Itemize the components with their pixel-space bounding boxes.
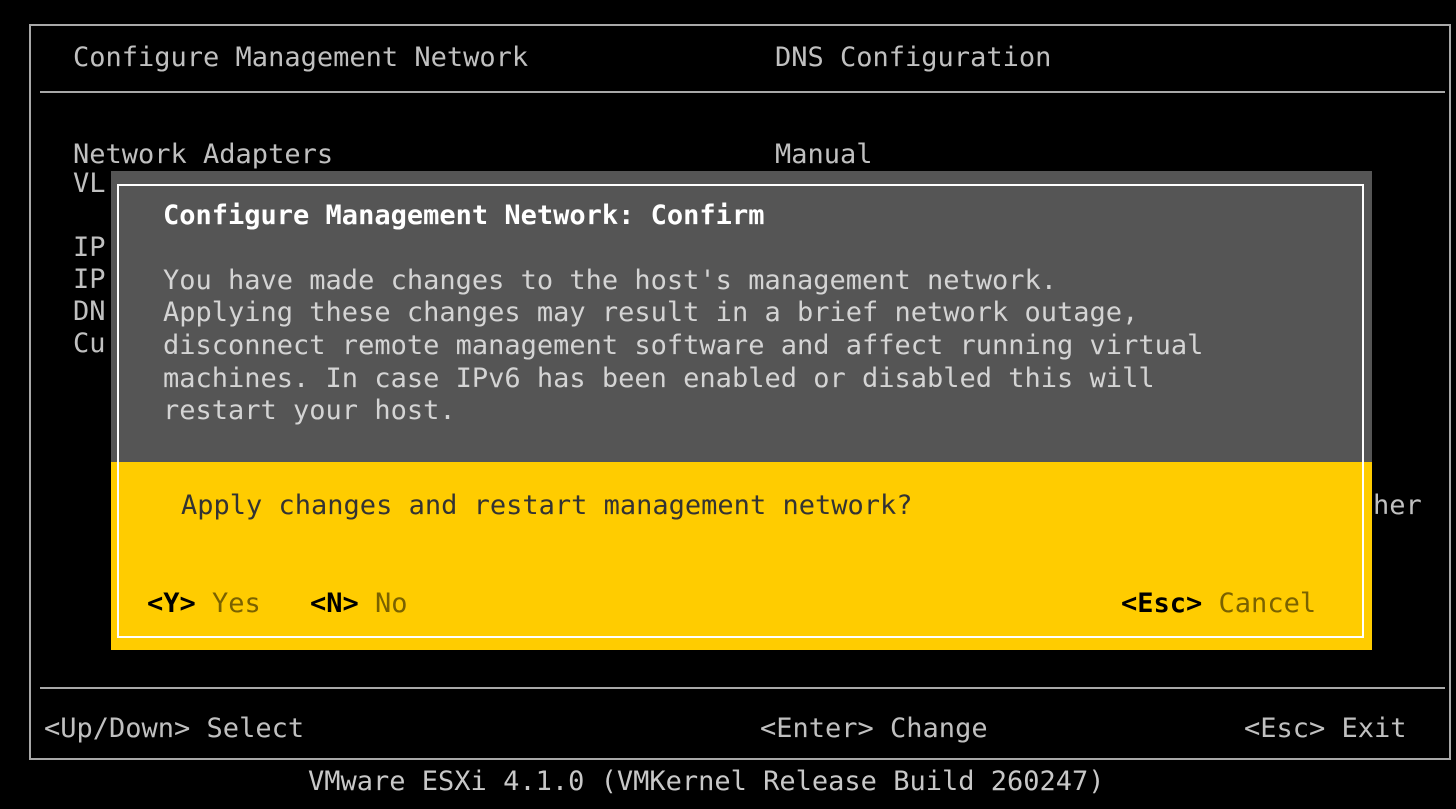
menu-item-ip-config[interactable]: IP xyxy=(73,232,106,263)
footer-change-hint: <Enter> Change xyxy=(760,713,988,744)
menu-item-vlan[interactable]: VL xyxy=(73,168,106,199)
cancel-button[interactable]: <Esc> Cancel xyxy=(1121,588,1316,619)
no-label: No xyxy=(375,588,408,619)
header-divider xyxy=(40,91,1445,93)
dns-mode-value: Manual xyxy=(775,139,873,170)
footer-divider xyxy=(40,687,1445,689)
right-panel-partial-text: her xyxy=(1373,490,1422,521)
version-string: VMware ESXi 4.1.0 (VMKernel Release Buil… xyxy=(308,766,1105,797)
dialog-message-line-1: You have made changes to the host's mana… xyxy=(163,265,1058,296)
footer-select-hint: <Up/Down> Select xyxy=(44,713,305,744)
no-button[interactable]: <N> No xyxy=(310,588,408,619)
menu-item-ipv6-config[interactable]: IP xyxy=(73,264,106,295)
yes-button[interactable]: <Y> Yes xyxy=(147,588,261,619)
menu-item-custom-dns[interactable]: Cu xyxy=(73,328,106,359)
dialog-question: Apply changes and restart management net… xyxy=(181,490,913,521)
menu-item-dns-config[interactable]: DN xyxy=(73,296,106,327)
footer-exit-hint: <Esc> Exit xyxy=(1244,713,1407,744)
right-panel-title: DNS Configuration xyxy=(775,42,1052,73)
menu-item-network-adapters[interactable]: Network Adapters xyxy=(73,139,333,170)
cancel-label: Cancel xyxy=(1218,588,1317,619)
dialog-message-line-3: disconnect remote management software an… xyxy=(163,330,1204,361)
dialog-message-line-5: restart your host. xyxy=(163,395,456,426)
left-panel-title: Configure Management Network xyxy=(73,42,529,73)
yes-key: <Y> xyxy=(147,588,196,619)
dialog-title: Configure Management Network: Confirm xyxy=(163,200,765,231)
cancel-key: <Esc> xyxy=(1121,588,1203,619)
no-key: <N> xyxy=(310,588,359,619)
yes-label: Yes xyxy=(212,588,261,619)
dialog-message-line-2: Applying these changes may result in a b… xyxy=(163,297,1139,328)
dialog-message-line-4: machines. In case IPv6 has been enabled … xyxy=(163,363,1155,394)
